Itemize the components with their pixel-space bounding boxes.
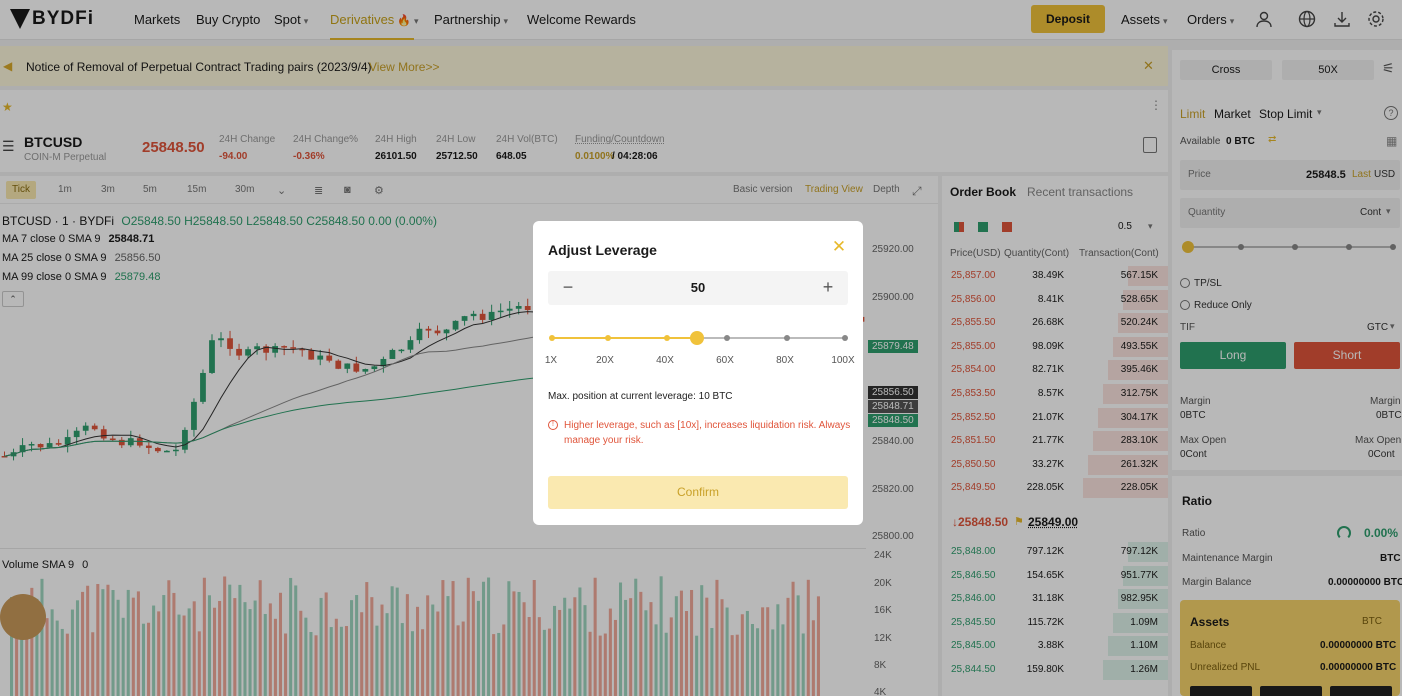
leverage-warning: Higher leverage, such as [10x], increase… <box>564 420 851 446</box>
confirm-button[interactable]: Confirm <box>548 476 848 509</box>
slider-fill <box>552 337 697 339</box>
slider-knob[interactable] <box>690 331 704 345</box>
slider-step[interactable] <box>842 335 848 341</box>
tick-label: 80X <box>776 355 794 366</box>
tick-label: 60X <box>716 355 734 366</box>
warning-icon: ! <box>548 420 558 430</box>
slider-step[interactable] <box>549 335 555 341</box>
slider-step[interactable] <box>664 335 670 341</box>
leverage-stepper: − 50 + <box>548 271 848 305</box>
slider-step[interactable] <box>605 335 611 341</box>
tick-label: 1X <box>544 355 558 366</box>
slider-step[interactable] <box>724 335 730 341</box>
plus-icon[interactable]: + <box>818 277 838 298</box>
adjust-leverage-dialog: Adjust Leverage ✕ − 50 + 1X 20X 40X 60X … <box>533 221 863 525</box>
leverage-value[interactable]: 50 <box>548 280 848 295</box>
tick-label: 40X <box>656 355 674 366</box>
dialog-title: Adjust Leverage <box>548 242 657 258</box>
tick-label: 20X <box>596 355 614 366</box>
tick-label: 100X <box>831 355 855 366</box>
max-position-text: Max. position at current leverage: 10 BT… <box>548 391 733 402</box>
slider-step[interactable] <box>784 335 790 341</box>
close-icon[interactable]: ✕ <box>829 237 849 257</box>
leverage-slider[interactable] <box>548 331 848 345</box>
